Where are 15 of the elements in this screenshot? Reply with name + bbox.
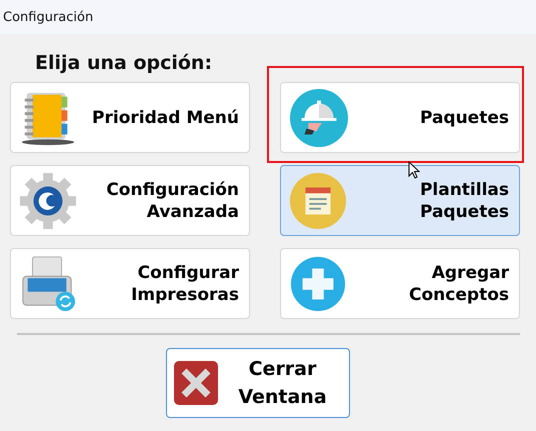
- calendar-icon: [289, 172, 347, 230]
- option-button[interactable]: Plantillas Paquetes: [280, 165, 520, 236]
- close-icon: [172, 360, 218, 406]
- gear-icon: [19, 172, 77, 230]
- option-button[interactable]: Prioridad Menú: [10, 82, 250, 153]
- option-button[interactable]: Paquetes: [280, 82, 520, 153]
- option-button[interactable]: Configurar Impresoras: [10, 248, 250, 319]
- window-title: Configuración: [3, 10, 94, 24]
- heading: Elija una opción:: [35, 52, 214, 74]
- cursor-icon: [408, 161, 420, 179]
- option-button[interactable]: Configuración Avanzada: [10, 165, 250, 236]
- option-button[interactable]: Agregar Conceptos: [280, 248, 520, 319]
- cloche-icon: [289, 88, 349, 148]
- plus-icon: [289, 254, 347, 312]
- close-window-button[interactable]: Cerrar Ventana: [166, 348, 350, 418]
